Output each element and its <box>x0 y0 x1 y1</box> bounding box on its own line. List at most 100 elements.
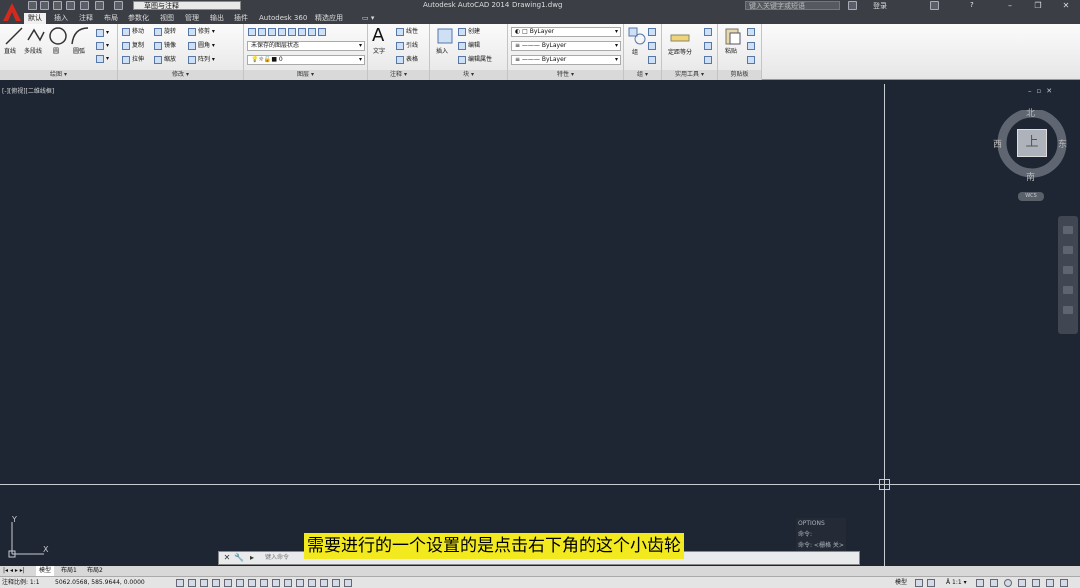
lock-ui-icon[interactable] <box>1018 579 1026 587</box>
undo-icon[interactable] <box>95 1 104 10</box>
trim-button[interactable]: 修剪 ▾ <box>188 27 215 36</box>
grid-display-icon[interactable] <box>200 579 208 587</box>
tab-view[interactable]: 视图 <box>156 13 178 24</box>
match-properties-icon[interactable] <box>747 55 757 64</box>
viewcube-east[interactable]: 东 <box>1058 137 1067 150</box>
new-file-icon[interactable] <box>28 1 37 10</box>
stretch-button[interactable]: 拉伸 <box>122 55 144 64</box>
ungroup-icon[interactable] <box>648 27 658 36</box>
login-button[interactable]: 登录 <box>873 1 887 11</box>
panel-draw-title[interactable]: 绘图 ▾ <box>0 70 117 80</box>
polyline-button[interactable]: 多段线 <box>24 47 42 56</box>
panel-layers-title[interactable]: 图层 ▾ <box>244 70 367 80</box>
line-button[interactable]: 直线 <box>4 47 16 56</box>
group-button[interactable]: 组 <box>632 48 638 57</box>
tab-annotate[interactable]: 注释 <box>75 13 97 24</box>
wcs-menu[interactable]: WCS <box>1018 192 1044 201</box>
layout-nav-icons[interactable]: |◂ ◂ ▸ ▸| <box>0 566 28 576</box>
viewcube-west[interactable]: 西 <box>993 137 1002 150</box>
tab-autodesk-360[interactable]: Autodesk 360 <box>255 13 311 24</box>
insert-button[interactable]: 插入 <box>436 47 448 56</box>
exchange-icon[interactable] <box>930 1 939 10</box>
panel-block-title[interactable]: 块 ▾ <box>430 70 507 80</box>
mirror-button[interactable]: 镜像 <box>154 41 176 50</box>
circle-icon[interactable] <box>48 26 68 46</box>
hatch-icon[interactable]: ▾ <box>96 41 109 50</box>
tab-manage[interactable]: 管理 <box>181 13 203 24</box>
lineweight-icon[interactable] <box>296 579 304 587</box>
group-icon[interactable] <box>627 26 647 46</box>
drawing-canvas[interactable] <box>0 84 1080 566</box>
cut-icon[interactable] <box>747 27 757 36</box>
app-logo-icon[interactable] <box>0 0 24 24</box>
quick-view-layouts-icon[interactable] <box>915 579 923 587</box>
group-edit-icon[interactable] <box>648 41 658 50</box>
rotate-button[interactable]: 旋转 <box>154 27 176 36</box>
print-icon[interactable] <box>80 1 89 10</box>
dynamic-ucs-icon[interactable] <box>272 579 280 587</box>
selection-cycling-icon[interactable] <box>332 579 340 587</box>
viewcube-top-face[interactable]: 上 <box>1017 129 1047 157</box>
tab-layout1[interactable]: 布局1 <box>58 566 80 576</box>
utilities-icon-2[interactable] <box>704 41 714 50</box>
tab-featured-apps[interactable]: 精选应用 <box>311 13 347 24</box>
navigation-bar[interactable] <box>1058 216 1078 334</box>
isolate-objects-icon[interactable] <box>1046 579 1054 587</box>
scale-button[interactable]: 缩放 <box>154 55 176 64</box>
paste-button[interactable]: 粘贴 <box>725 47 737 56</box>
layer-dropdown[interactable]: 💡☼🔓■ 0 <box>247 55 365 65</box>
copy-clip-icon[interactable] <box>747 41 757 50</box>
showmotion-icon[interactable] <box>1063 306 1073 314</box>
user-icon[interactable] <box>848 1 857 10</box>
auto-scale-icon[interactable] <box>990 579 998 587</box>
save-as-icon[interactable] <box>66 1 75 10</box>
steering-wheel-icon[interactable] <box>1063 226 1073 234</box>
viewport-label[interactable]: [-][俯视][二维线框] <box>2 86 54 95</box>
pan-icon[interactable] <box>1063 246 1073 254</box>
redo-icon[interactable] <box>114 1 123 10</box>
ribbon-toggle-icon[interactable]: ▭ ▾ <box>358 13 378 24</box>
open-file-icon[interactable] <box>40 1 49 10</box>
viewport-controls[interactable]: –▫✕ <box>1028 87 1057 95</box>
infer-constraints-icon[interactable] <box>176 579 184 587</box>
polyline-icon[interactable] <box>26 26 46 46</box>
workspace-dropdown[interactable]: 草图与注释 <box>133 1 241 10</box>
arc-icon[interactable] <box>70 26 90 46</box>
text-icon[interactable]: A <box>372 26 384 46</box>
annotation-visibility-icon[interactable] <box>976 579 984 587</box>
tab-plugins[interactable]: 插件 <box>230 13 252 24</box>
array-button[interactable]: 阵列 ▾ <box>188 55 215 64</box>
panel-groups-title[interactable]: 组 ▾ <box>624 70 661 80</box>
color-dropdown[interactable]: ◐ □ ByLayer <box>511 27 621 37</box>
layer-state-dropdown[interactable]: 未保存的图层状态 <box>247 41 365 51</box>
polar-tracking-icon[interactable] <box>224 579 232 587</box>
panel-properties-title[interactable]: 特性 ▾ <box>508 70 623 80</box>
lineweight-dropdown[interactable]: ≡ ——— ByLayer <box>511 55 621 65</box>
panel-modify-title[interactable]: 修改 ▾ <box>118 70 243 80</box>
save-icon[interactable] <box>53 1 62 10</box>
utilities-icon-3[interactable] <box>704 55 714 64</box>
arc-button[interactable]: 圆弧 <box>73 47 85 56</box>
close-command-line-icon[interactable]: ✕ <box>222 553 232 563</box>
move-button[interactable]: 移动 <box>122 27 144 36</box>
tab-parametric[interactable]: 参数化 <box>124 13 153 24</box>
paste-icon[interactable] <box>723 26 743 46</box>
measure-button[interactable]: 定距等分 <box>668 48 692 57</box>
help-icon[interactable]: ? <box>970 1 974 9</box>
ortho-mode-icon[interactable] <box>212 579 220 587</box>
3d-object-snap-icon[interactable] <box>248 579 256 587</box>
object-snap-icon[interactable] <box>236 579 244 587</box>
tab-layout[interactable]: 布局 <box>100 13 122 24</box>
draw-more-icon[interactable]: ▾ <box>96 54 109 63</box>
quick-properties-icon[interactable] <box>320 579 328 587</box>
minimize-button[interactable]: – <box>996 0 1024 12</box>
close-button[interactable]: ✕ <box>1052 0 1080 12</box>
circle-button[interactable]: 圆 <box>53 47 59 56</box>
maximize-button[interactable]: ❐ <box>1024 0 1052 12</box>
linetype-dropdown[interactable]: ≡ ——— ByLayer <box>511 41 621 51</box>
tab-layout2[interactable]: 布局2 <box>84 566 106 576</box>
hardware-acceleration-icon[interactable] <box>1032 579 1040 587</box>
search-input[interactable]: 键入关键字或短语 <box>745 1 840 10</box>
snap-mode-icon[interactable] <box>188 579 196 587</box>
dynamic-input-icon[interactable] <box>284 579 292 587</box>
